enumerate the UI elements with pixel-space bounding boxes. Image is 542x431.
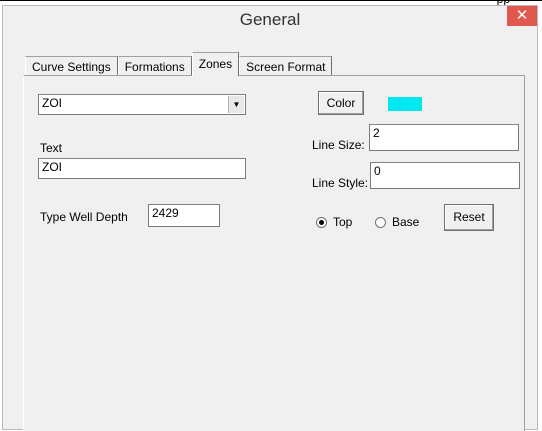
text-input[interactable]: ZOI xyxy=(38,158,246,179)
line-style-label: Line Style: xyxy=(312,176,369,190)
radio-base[interactable]: Base xyxy=(375,215,419,229)
line-style-input[interactable]: 0 xyxy=(370,162,520,189)
tab-screen-format[interactable]: Screen Format xyxy=(239,56,333,76)
radio-base-label: Base xyxy=(392,215,420,229)
reset-button[interactable]: Reset xyxy=(444,204,494,231)
tab-formations[interactable]: Formations xyxy=(117,56,192,76)
zones-panel: ZOI ▼ Text ZOI Type Well Depth 2429 Colo… xyxy=(23,75,525,431)
type-well-depth-input[interactable]: 2429 xyxy=(148,204,220,227)
line-size-input[interactable]: 2 xyxy=(369,124,519,151)
radio-top-indicator[interactable] xyxy=(316,216,327,228)
color-button[interactable]: Color xyxy=(318,91,364,115)
close-button[interactable]: ✕ xyxy=(507,6,537,26)
title-bar[interactable]: General ✕ xyxy=(3,6,537,34)
general-dialog: General ✕ Curve Settings Formations Zone… xyxy=(2,5,538,431)
radio-top-label: Top xyxy=(333,215,353,229)
tab-strip: Curve Settings Formations Zones Screen F… xyxy=(25,50,333,76)
line-size-label: Line Size: xyxy=(312,138,365,152)
zone-select-value: ZOI xyxy=(42,96,62,110)
tab-curve-settings[interactable]: Curve Settings xyxy=(25,56,118,76)
type-well-depth-label: Type Well Depth xyxy=(40,210,128,224)
radio-top[interactable]: Top xyxy=(316,215,352,229)
close-icon: ✕ xyxy=(515,6,529,24)
text-label: Text xyxy=(40,141,63,155)
zone-select[interactable]: ZOI ▼ xyxy=(38,94,246,115)
chevron-down-icon[interactable]: ▼ xyxy=(228,96,244,113)
radio-base-indicator[interactable] xyxy=(375,216,386,228)
color-swatch[interactable] xyxy=(388,97,422,111)
tab-zones[interactable]: Zones xyxy=(191,52,240,76)
window-title: General xyxy=(239,10,301,29)
